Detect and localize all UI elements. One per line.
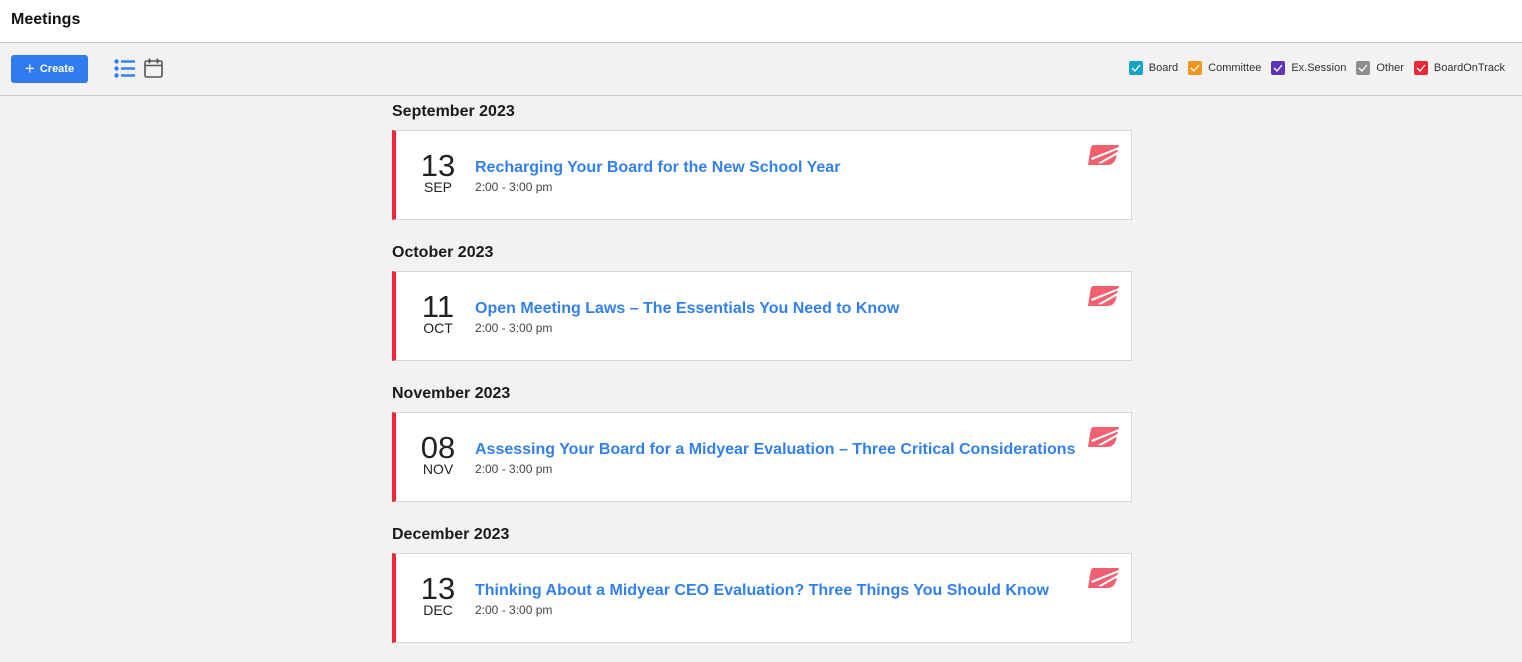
legend-label: BoardOnTrack <box>1433 62 1505 74</box>
legend-label: Other <box>1376 62 1404 74</box>
meetings-list: September 2023 13 SEP Recharging Your Bo… <box>392 97 1132 661</box>
legend-item-ex-session[interactable]: Ex.Session <box>1271 61 1346 75</box>
meeting-card[interactable]: 11 OCT Open Meeting Laws – The Essential… <box>392 271 1132 361</box>
meeting-title-link[interactable]: Assessing Your Board for a Midyear Evalu… <box>475 441 1075 459</box>
date-day: 11 <box>421 289 455 324</box>
legend-label: Committee <box>1208 62 1262 74</box>
check-icon <box>1416 64 1426 72</box>
date-day: 13 <box>420 148 456 183</box>
meeting-title-link[interactable]: Thinking About a Midyear CEO Evaluation?… <box>475 582 1049 600</box>
list-view-button[interactable] <box>113 57 135 79</box>
legend-item-committee[interactable]: Committee <box>1188 61 1261 75</box>
boardontrack-logo-icon <box>1088 568 1119 588</box>
meeting-title-link[interactable]: Open Meeting Laws – The Essentials You N… <box>475 300 899 318</box>
calendar-icon <box>143 58 163 78</box>
legend-item-board[interactable]: Board <box>1128 61 1179 75</box>
meeting-time: 2:00 - 3:00 pm <box>475 462 553 476</box>
meeting-time: 2:00 - 3:00 pm <box>475 321 553 335</box>
toolbar: + Create Board Committee Ex.Session Othe… <box>0 43 1522 96</box>
meeting-title-link[interactable]: Recharging Your Board for the New School… <box>475 159 840 177</box>
boardontrack-logo-icon <box>1088 145 1119 165</box>
month-group-november: November 2023 08 NOV Assessing Your Boar… <box>392 379 1132 502</box>
date-block: 08 NOV <box>416 430 460 477</box>
meeting-card[interactable]: 08 NOV Assessing Your Board for a Midyea… <box>392 412 1132 502</box>
date-day: 08 <box>420 430 456 465</box>
checkbox-board[interactable] <box>1128 61 1143 75</box>
date-block: 13 SEP <box>416 148 460 195</box>
meeting-time: 2:00 - 3:00 pm <box>475 603 553 617</box>
boardontrack-logo-icon <box>1088 286 1119 306</box>
month-heading: October 2023 <box>392 244 494 261</box>
plus-icon: + <box>24 58 35 78</box>
boardontrack-logo-icon <box>1088 427 1119 447</box>
date-block: 13 DEC <box>416 571 460 618</box>
meeting-info: Thinking About a Midyear CEO Evaluation?… <box>475 582 1049 617</box>
checkbox-committee[interactable] <box>1188 61 1203 75</box>
check-icon <box>1190 64 1200 72</box>
meeting-info: Open Meeting Laws – The Essentials You N… <box>475 300 899 335</box>
checkbox-other[interactable] <box>1356 61 1371 75</box>
title-bar: Meetings <box>0 0 1522 43</box>
month-heading: November 2023 <box>392 385 511 402</box>
create-button[interactable]: + Create <box>11 55 88 83</box>
meeting-info: Assessing Your Board for a Midyear Evalu… <box>475 441 1075 476</box>
month-heading: September 2023 <box>392 103 515 120</box>
month-group-december: December 2023 13 DEC Thinking About a Mi… <box>392 520 1132 643</box>
check-icon <box>1358 64 1368 72</box>
meeting-type-legend: Board Committee Ex.Session Other BoardOn… <box>1128 61 1505 75</box>
meeting-time: 2:00 - 3:00 pm <box>475 180 553 194</box>
page-title: Meetings <box>11 10 81 28</box>
checkbox-boardontrack[interactable] <box>1413 61 1428 75</box>
list-icon <box>113 58 135 78</box>
create-button-label: Create <box>39 63 75 75</box>
legend-item-other[interactable]: Other <box>1356 61 1404 75</box>
checkbox-ex-session[interactable] <box>1271 61 1286 75</box>
legend-label: Ex.Session <box>1291 62 1347 74</box>
calendar-view-button[interactable] <box>142 57 164 79</box>
meeting-card[interactable]: 13 SEP Recharging Your Board for the New… <box>392 130 1132 220</box>
meeting-card[interactable]: 13 DEC Thinking About a Midyear CEO Eval… <box>392 553 1132 643</box>
legend-label: Board <box>1148 62 1179 74</box>
date-block: 11 OCT <box>416 289 460 336</box>
month-heading: December 2023 <box>392 526 510 543</box>
check-icon <box>1273 64 1283 72</box>
legend-item-boardontrack[interactable]: BoardOnTrack <box>1413 61 1505 75</box>
date-day: 13 <box>420 571 456 606</box>
meeting-info: Recharging Your Board for the New School… <box>475 159 840 194</box>
month-group-october: October 2023 11 OCT Open Meeting Laws – … <box>392 238 1132 361</box>
check-icon <box>1131 64 1141 72</box>
month-group-september: September 2023 13 SEP Recharging Your Bo… <box>392 97 1132 220</box>
